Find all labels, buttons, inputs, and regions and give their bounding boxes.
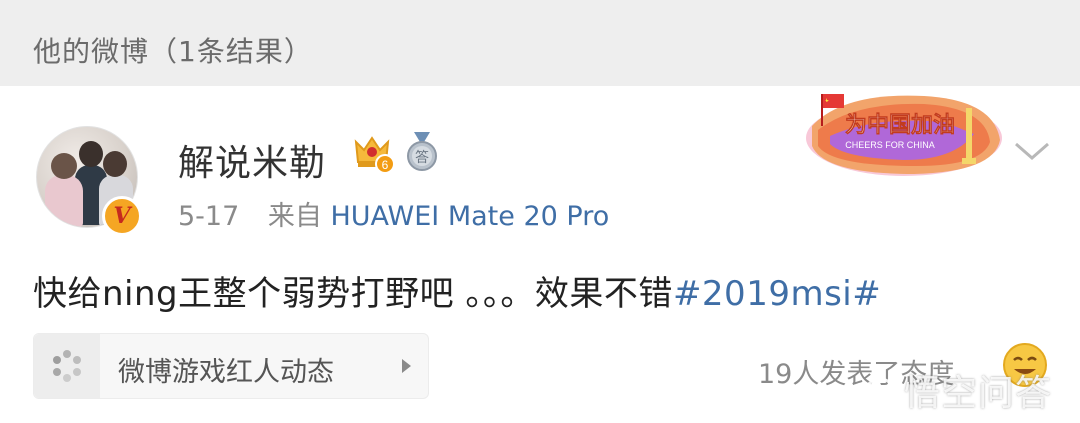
source-link[interactable]: HUAWEI Mate 20 Pro bbox=[330, 201, 609, 232]
section-title: 他的微博（1条结果） bbox=[33, 35, 313, 68]
source-prefix: 来自 bbox=[267, 201, 322, 232]
hashtag-link[interactable]: #2019msi# bbox=[673, 274, 881, 314]
weibo-post-card[interactable]: V 解说米勒 6 答 5-17 来自 HUAWEI Mate 20 Pro 为中… bbox=[0, 86, 1080, 423]
crown-level-icon[interactable]: 6 bbox=[350, 130, 394, 174]
verified-icon: V bbox=[102, 196, 142, 236]
cheers-for-china-banner[interactable]: 为中国加油 CHEERS FOR CHINA bbox=[804, 86, 1004, 178]
author-name[interactable]: 解说米勒 bbox=[178, 134, 326, 186]
banner-subtitle: CHEERS FOR CHINA bbox=[845, 140, 935, 150]
post-meta: 5-17 来自 HUAWEI Mate 20 Pro bbox=[178, 194, 609, 233]
watermark: 悟空问答 bbox=[904, 373, 1053, 414]
caret-right-icon bbox=[402, 359, 411, 373]
topic-chip-label: 微博游戏红人动态 bbox=[118, 357, 334, 388]
banner-title: 为中国加油 bbox=[845, 113, 955, 138]
loading-dots-icon bbox=[53, 350, 81, 382]
medal-icon[interactable]: 答 bbox=[404, 130, 440, 172]
topic-chip[interactable]: 微博游戏红人动态 bbox=[33, 333, 429, 399]
section-header: 他的微博（1条结果） bbox=[0, 0, 1080, 86]
medal-glyph: 答 bbox=[415, 149, 429, 166]
post-text: 快给ning王整个弱势打野吧 。。。效果不错#2019msi# bbox=[33, 266, 881, 315]
wukong-logo-icon bbox=[863, 377, 897, 411]
level-number: 6 bbox=[382, 158, 389, 172]
chevron-down-icon[interactable] bbox=[1012, 136, 1052, 166]
topic-chip-icon-box bbox=[34, 334, 100, 398]
post-body: 快给ning王整个弱势打野吧 。。。效果不错 bbox=[33, 274, 673, 314]
post-date: 5-17 bbox=[178, 201, 240, 232]
